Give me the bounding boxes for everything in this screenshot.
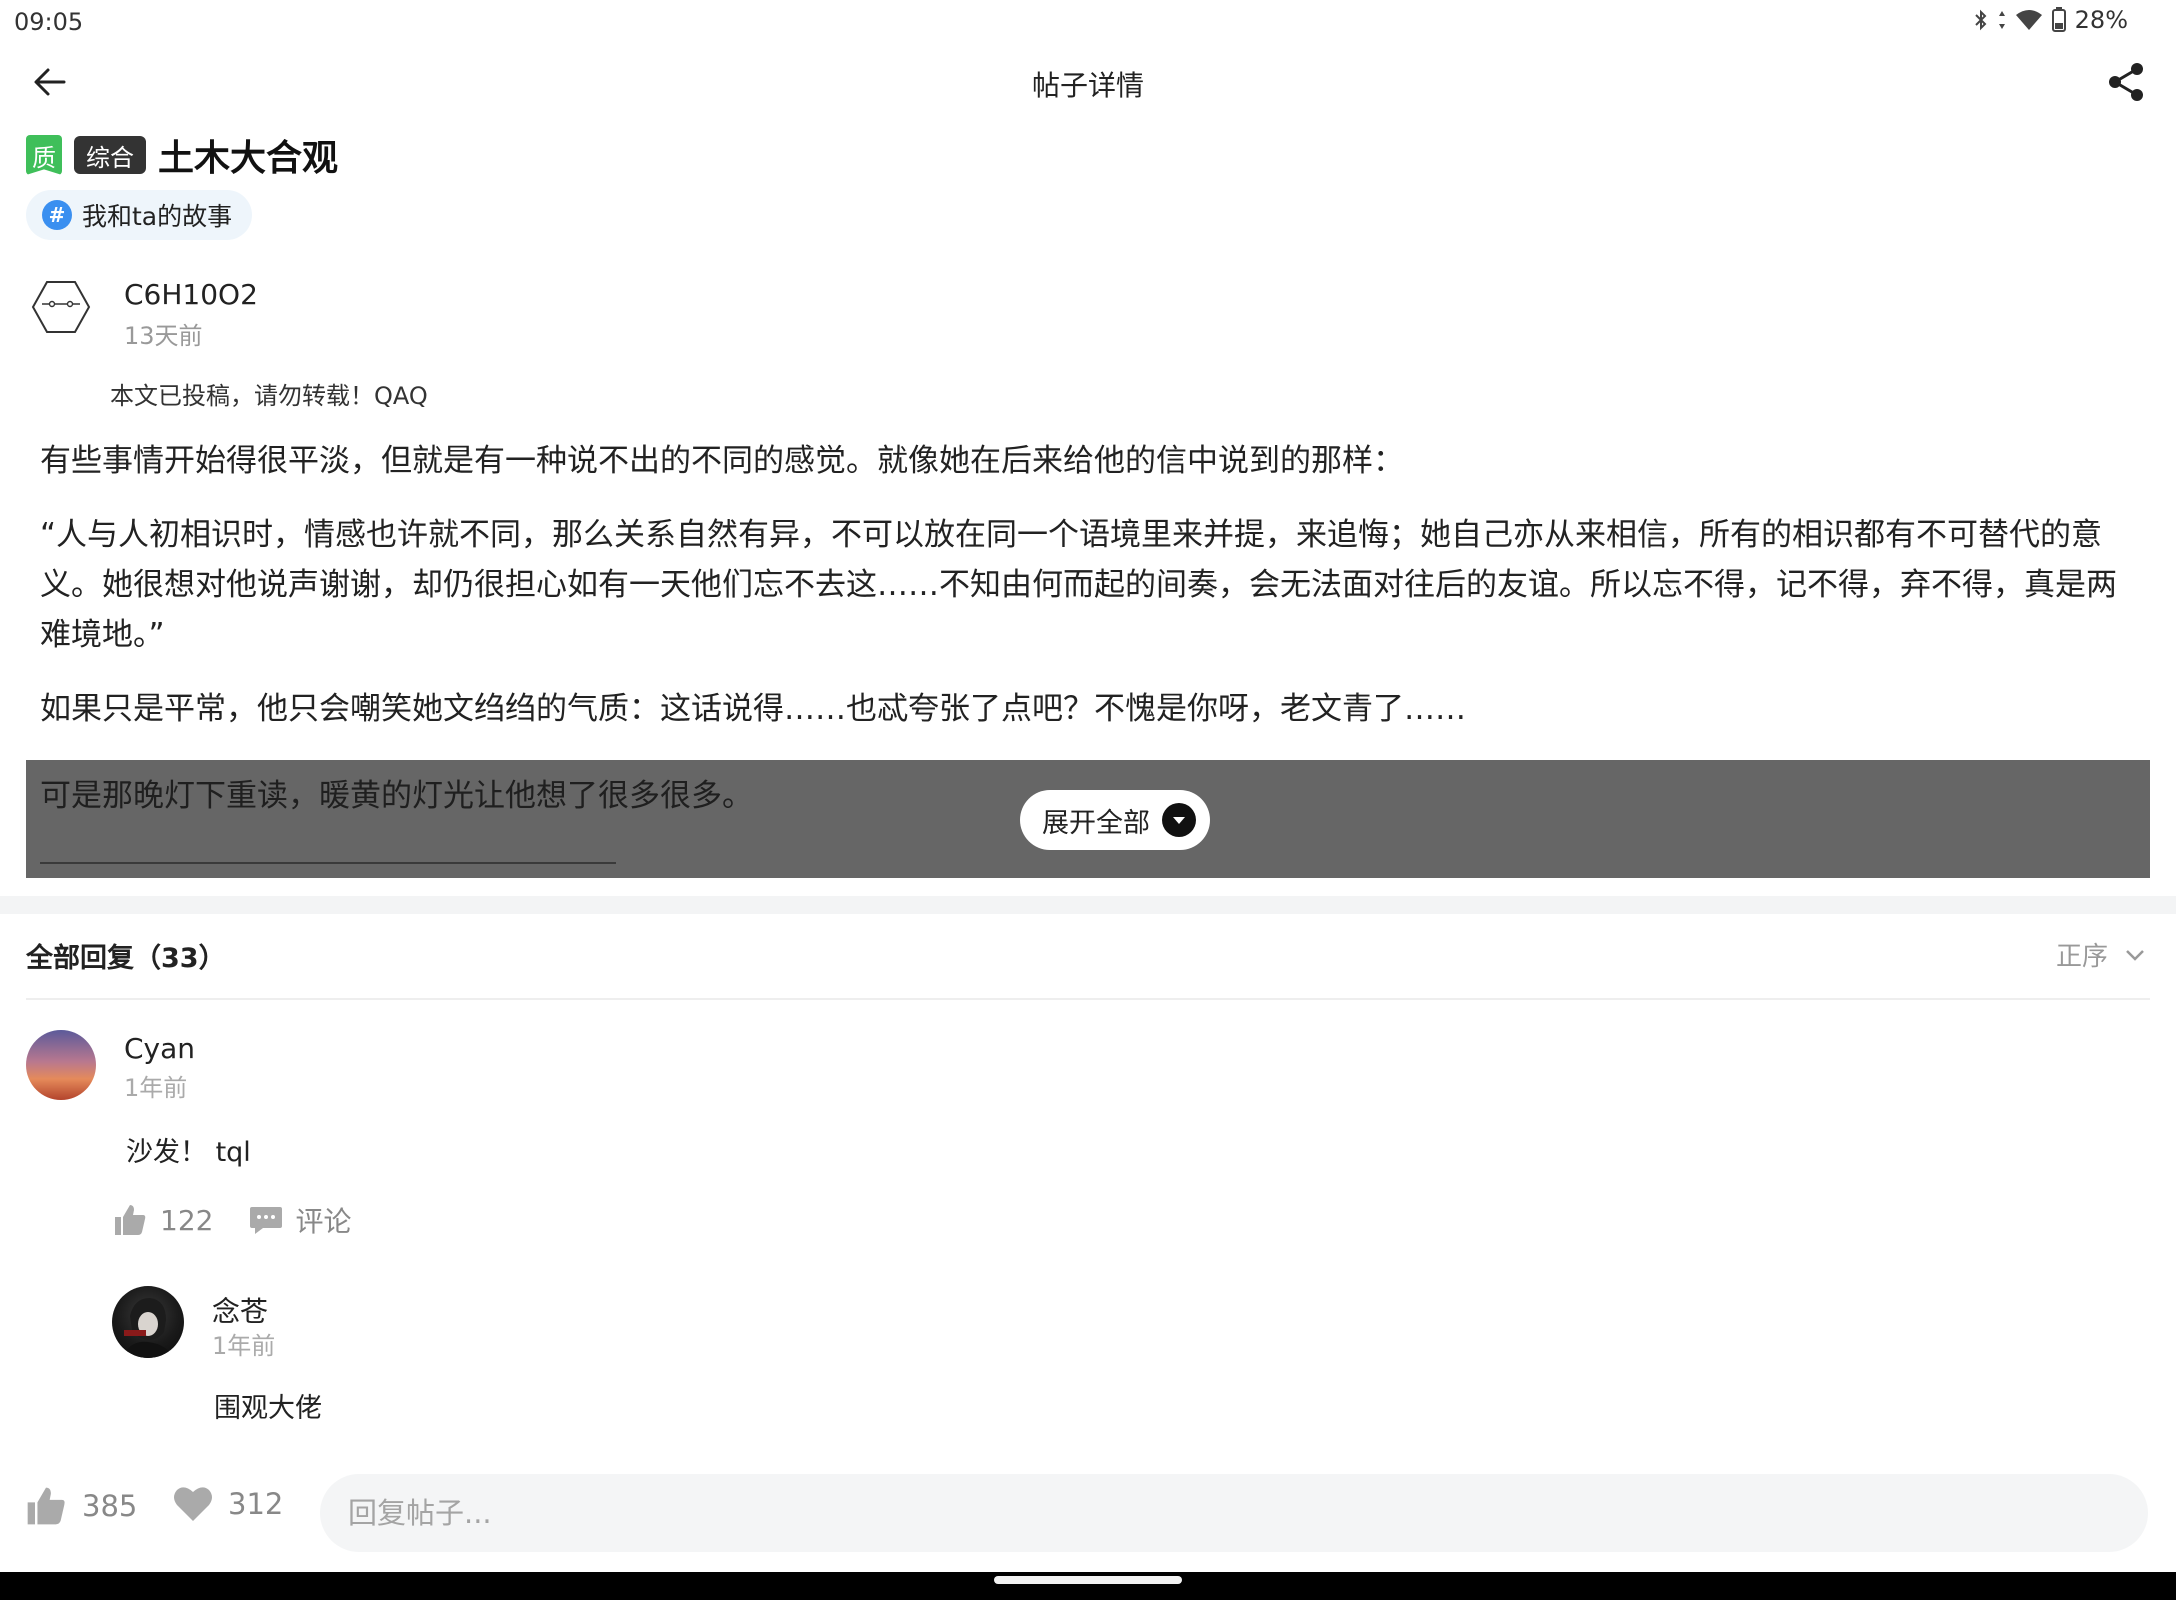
category-badge[interactable]: 综合 (74, 136, 146, 174)
battery-level: 28% (2074, 6, 2128, 34)
topic-tag[interactable]: # 我和ta的故事 (26, 190, 253, 240)
repost-notice: 本文已投稿，请勿转载！QAQ (110, 382, 428, 410)
sub-reply-time: 1年前 (212, 1332, 276, 1360)
replies-header: 全部回复（33） 正序 (26, 930, 2150, 1000)
post-paragraph: 有些事情开始得很平淡，但就是有一种说不出的不同的感觉。就像她在后来给他的信中说到… (40, 443, 1404, 479)
folded-paragraph: 可是那晚灯下重读，暖黄的灯光让他想了很多很多。 (40, 778, 753, 814)
page-title: 帖子详情 (1031, 69, 1144, 102)
comment-text: 沙发！ tql (126, 1137, 251, 1168)
comment-actions: 122 评论 (112, 1200, 351, 1240)
post-favorite-count: 312 (228, 1487, 284, 1521)
sub-reply-author-name[interactable]: 念苍 (212, 1290, 268, 1330)
bottom-action-bar: 385 312 (0, 1466, 2176, 1564)
sort-label: 正序 (2055, 942, 2108, 972)
replies-title: 全部回复（33） (26, 943, 226, 974)
comment-time: 1年前 (124, 1074, 188, 1102)
hashtag-icon: # (42, 200, 72, 230)
molecule-avatar-icon (31, 281, 91, 333)
post-time: 13天前 (124, 322, 203, 350)
wifi-icon (2015, 10, 2042, 30)
comment-reply-label: 评论 (295, 1205, 352, 1238)
sort-button[interactable]: 正序 (2056, 936, 2146, 973)
sub-reply-text: 围观大佬 (214, 1393, 322, 1424)
avatar[interactable] (26, 1030, 96, 1100)
topic-label: 我和ta的故事 (82, 202, 233, 231)
post-paragraph: “人与人初相识时，情感也许就不同，那么关系自然有异，不可以放在同一个语境里来并提… (40, 517, 2117, 653)
post-paragraph: 如果只是平常，他只会嘲笑她文绉绉的气质：这话说得……也忒夸张了点吧？不愧是你呀，… (40, 691, 1466, 727)
chevron-down-icon (1162, 803, 1196, 837)
system-nav-bar (0, 1572, 2176, 1600)
fold-overlay: 可是那晚灯下重读，暖黄的灯光让他想了很多很多。 展开全部 (26, 760, 2150, 878)
divider (40, 862, 616, 864)
thumbs-up-icon (27, 1487, 65, 1525)
expand-label: 展开全部 (1042, 807, 1150, 839)
comment-reply-button[interactable]: 评论 (249, 1200, 351, 1240)
post-body: 有些事情开始得很平淡，但就是有一种说不出的不同的感觉。就像她在后来给他的信中说到… (40, 436, 2130, 758)
post-title: 土木大合观 (158, 138, 339, 179)
status-icons: 28% (1973, 6, 2128, 34)
avatar[interactable] (30, 276, 92, 338)
quality-badge: 质 (26, 135, 62, 175)
author-name[interactable]: C6H10O2 (124, 278, 258, 311)
bluetooth-icon (1974, 9, 1987, 31)
share-icon (2109, 63, 2143, 101)
comment-bubble-icon (250, 1207, 283, 1234)
status-bar: 09:05 28% (0, 0, 2176, 44)
avatar[interactable] (112, 1286, 184, 1358)
post-title-row: 质 综合 土木大合观 (26, 132, 339, 179)
post-like-button[interactable]: 385 (24, 1484, 137, 1528)
comment-author-name[interactable]: Cyan (124, 1032, 195, 1065)
section-divider (0, 896, 2176, 914)
post-favorite-button[interactable]: 312 (172, 1484, 283, 1524)
expand-all-button[interactable]: 展开全部 (1020, 790, 1210, 850)
post-like-count: 385 (82, 1489, 138, 1523)
reply-input[interactable] (320, 1474, 2148, 1552)
battery-icon (2051, 7, 2066, 32)
comment-like-button[interactable]: 122 (112, 1202, 213, 1238)
heart-icon (174, 1487, 212, 1521)
author-row: C6H10O2 13天前 (30, 272, 830, 352)
data-arrows-icon (1998, 11, 2005, 29)
home-gesture-handle[interactable] (994, 1576, 1182, 1584)
thumbs-up-icon (115, 1205, 146, 1235)
chevron-down-icon (2126, 949, 2144, 961)
comment-like-count: 122 (160, 1203, 214, 1237)
status-time: 09:05 (14, 8, 84, 36)
app-header: 帖子详情 (0, 52, 2176, 112)
share-button[interactable] (2104, 60, 2148, 104)
